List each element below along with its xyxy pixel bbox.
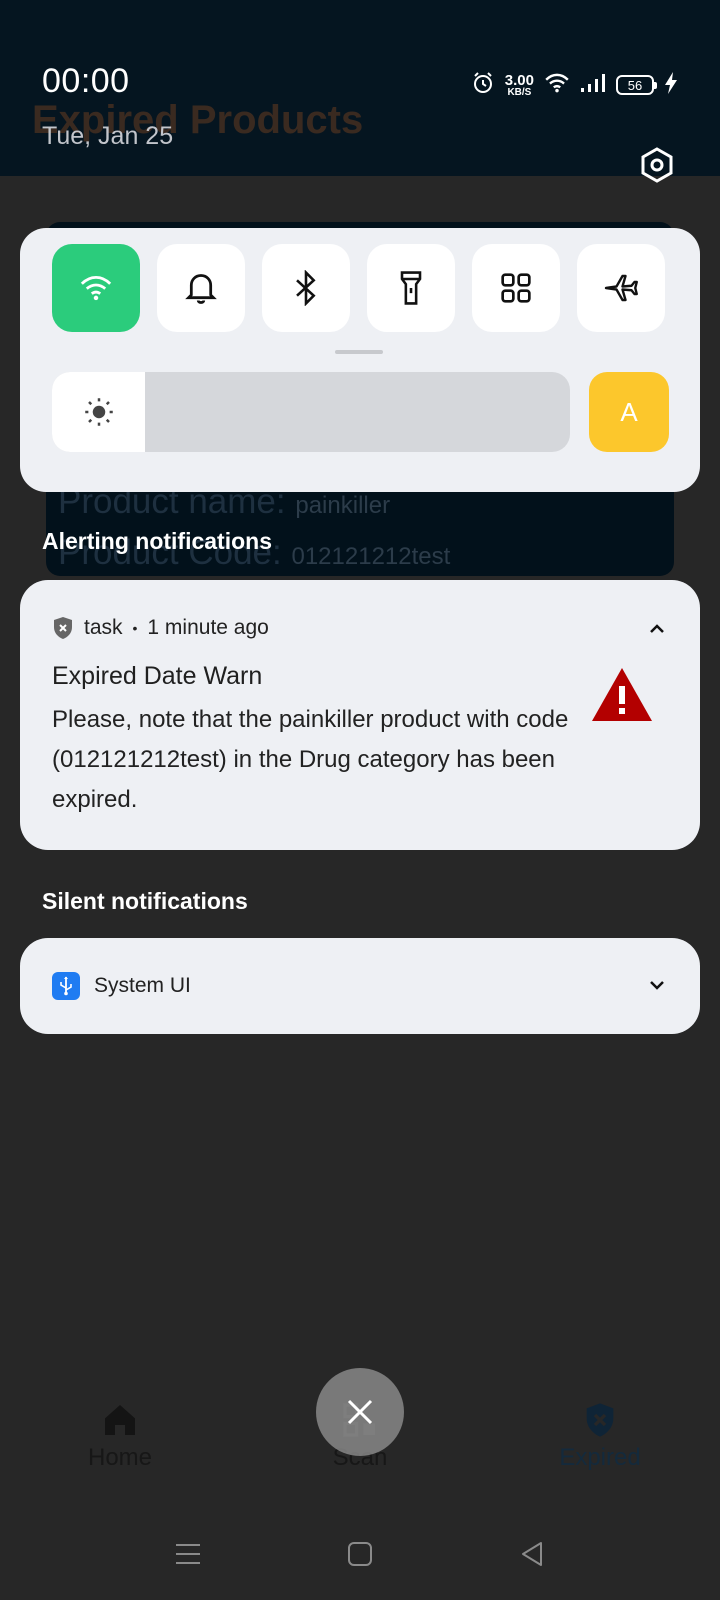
flashlight-tile[interactable] xyxy=(367,244,455,332)
notification-title: Expired Date Warn xyxy=(52,662,263,690)
brightness-fill xyxy=(52,372,145,452)
notification-header: task • 1 minute ago xyxy=(52,616,269,640)
menu-icon xyxy=(176,1544,200,1564)
notifications-tile[interactable] xyxy=(157,244,245,332)
home-button[interactable] xyxy=(340,1534,380,1574)
charging-icon xyxy=(664,71,678,99)
silent-app-name: System UI xyxy=(94,974,191,997)
home-icon xyxy=(20,1400,220,1444)
nav-home-label: Home xyxy=(87,1444,153,1471)
bluetooth-tile[interactable] xyxy=(262,244,350,332)
alert-notification-card[interactable]: task • 1 minute ago Expired Date Warn Pl… xyxy=(20,580,700,850)
wifi-icon xyxy=(80,275,112,301)
signal-icon xyxy=(580,72,606,99)
notification-app-name: task xyxy=(84,616,123,639)
net-speed-unit: KB/S xyxy=(507,86,532,98)
apps-tile[interactable] xyxy=(472,244,560,332)
collapse-button[interactable] xyxy=(642,614,672,644)
recents-button[interactable] xyxy=(168,1534,208,1574)
net-speed: 3.00 KB/S xyxy=(505,73,534,98)
brightness-slider[interactable] xyxy=(52,372,570,452)
notification-body: Please, note that the painkiller product… xyxy=(52,706,569,813)
silent-notification-header: System UI xyxy=(52,972,191,1000)
back-button[interactable] xyxy=(512,1534,552,1574)
panel-drag-handle[interactable] xyxy=(335,350,383,354)
bell-icon xyxy=(185,274,217,304)
product-code-value: 012121212test xyxy=(291,543,451,570)
close-icon xyxy=(347,1399,373,1425)
battery-level: 56 xyxy=(627,77,643,93)
status-icons: 3.00 KB/S 56 xyxy=(471,70,678,100)
system-nav-bar xyxy=(0,1520,720,1590)
net-speed-value: 3.00 xyxy=(504,71,534,89)
battery-icon: 56 xyxy=(616,75,657,95)
product-name-value: painkiller xyxy=(295,492,391,519)
sun-icon xyxy=(84,398,113,426)
chevron-down-icon xyxy=(650,981,664,990)
settings-button[interactable] xyxy=(638,146,676,184)
date: Tue, Jan 25 xyxy=(42,122,174,150)
flashlight-icon xyxy=(400,271,422,305)
quick-settings-panel: A xyxy=(20,228,700,492)
bluetooth-icon xyxy=(296,270,316,306)
usb-icon xyxy=(52,972,80,1000)
expand-button[interactable] xyxy=(642,970,672,1000)
silent-notification-card[interactable]: System UI xyxy=(20,938,700,1034)
auto-brightness-button[interactable]: A xyxy=(589,372,669,452)
airplane-icon xyxy=(604,274,638,302)
shield-x-icon xyxy=(500,1400,700,1444)
meta-separator: • xyxy=(132,620,138,636)
warning-icon xyxy=(590,666,654,724)
settings-hex-icon xyxy=(641,147,673,183)
alerting-section-title: Alerting notifications xyxy=(42,528,272,554)
back-triangle-icon xyxy=(522,1542,542,1566)
grid-icon xyxy=(501,273,531,303)
shield-x-icon xyxy=(54,617,72,639)
square-icon xyxy=(348,1542,372,1566)
notification-time: 1 minute ago xyxy=(147,616,269,639)
wifi-tile[interactable] xyxy=(52,244,140,332)
wifi-status-icon xyxy=(544,72,570,99)
clear-all-button[interactable] xyxy=(316,1368,404,1456)
clock: 00:00 xyxy=(42,62,130,100)
airplane-tile[interactable] xyxy=(577,244,665,332)
chevron-up-icon xyxy=(650,624,664,633)
nav-expired-label: Expired xyxy=(559,1444,641,1471)
alarm-icon xyxy=(471,71,495,100)
silent-section-title: Silent notifications xyxy=(42,888,248,914)
nav-home[interactable]: Home xyxy=(20,1400,220,1472)
nav-expired[interactable]: Expired xyxy=(500,1400,700,1472)
